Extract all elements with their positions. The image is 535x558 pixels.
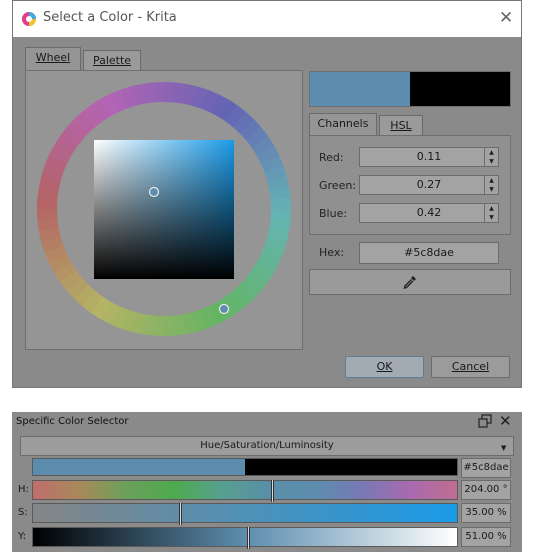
- red-value: 0.11: [416, 150, 442, 163]
- luminosity-label: Y:: [18, 531, 27, 542]
- spin-arrows-icon[interactable]: ▲ ▼: [484, 204, 498, 222]
- hex-label: Hex:: [319, 246, 345, 259]
- eyedropper-button[interactable]: [309, 269, 511, 295]
- blue-spinbox[interactable]: 0.42 ▲ ▼: [359, 203, 499, 223]
- tab-palette-label: Palette: [92, 54, 132, 67]
- red-spinbox[interactable]: 0.11 ▲ ▼: [359, 147, 499, 167]
- saturation-value[interactable]: 35.00 %: [461, 503, 511, 523]
- current-color-swatch: [310, 72, 410, 106]
- hue-slider[interactable]: [32, 480, 458, 502]
- green-value: 0.27: [416, 178, 442, 191]
- sv-cursor[interactable]: [148, 186, 160, 198]
- hue-cursor[interactable]: [218, 303, 230, 315]
- ok-label: OK: [376, 360, 393, 373]
- luminosity-value[interactable]: 51.00 %: [461, 527, 511, 547]
- slider-handle[interactable]: [271, 480, 274, 502]
- luminosity-slider[interactable]: [32, 527, 458, 549]
- color-compare-bar: [32, 458, 458, 476]
- tab-hsl-label: HSL: [390, 119, 412, 132]
- tab-hsl[interactable]: HSL: [379, 115, 423, 136]
- cancel-button[interactable]: Cancel: [431, 356, 510, 378]
- spin-arrows-icon[interactable]: ▲ ▼: [484, 148, 498, 166]
- saturation-slider[interactable]: [32, 503, 458, 525]
- channels-panel: Red: 0.11 ▲ ▼ Green: 0.27 ▲ ▼ Blue: 0.42 ▲…: [309, 135, 511, 235]
- tab-channels-label: Channels: [317, 117, 369, 130]
- krita-logo-icon: [22, 12, 36, 26]
- hex-input[interactable]: #5c8dae: [461, 458, 511, 478]
- chevron-down-icon: ▼: [501, 444, 507, 452]
- hex-input[interactable]: #5c8dae: [359, 242, 499, 264]
- spin-arrows-icon[interactable]: ▲ ▼: [484, 176, 498, 194]
- red-label: Red:: [319, 151, 344, 164]
- specific-color-selector-docker: Specific Color Selector ✕ Hue/Saturation…: [12, 412, 522, 552]
- title-bar: Select a Color - Krita ✕: [13, 1, 521, 37]
- docker-title: Specific Color Selector: [16, 416, 129, 427]
- hue-label: H:: [18, 484, 29, 495]
- previous-color-swatch[interactable]: [245, 459, 457, 475]
- slider-handle[interactable]: [179, 503, 182, 525]
- color-wheel-canvas[interactable]: [26, 71, 302, 349]
- float-icon[interactable]: [478, 414, 492, 428]
- color-wheel-panel: [25, 70, 303, 350]
- cancel-label: Cancel: [451, 360, 490, 373]
- previous-color-swatch[interactable]: [410, 72, 510, 106]
- green-spinbox[interactable]: 0.27 ▲ ▼: [359, 175, 499, 195]
- saturation-label: S:: [18, 507, 28, 518]
- mode-value: Hue/Saturation/Luminosity: [200, 440, 334, 451]
- blue-value: 0.42: [416, 206, 442, 219]
- green-label: Green:: [319, 179, 357, 192]
- mode-dropdown[interactable]: Hue/Saturation/Luminosity ▼: [20, 436, 514, 456]
- tab-palette[interactable]: Palette: [83, 50, 141, 71]
- close-icon[interactable]: ✕: [499, 412, 512, 430]
- tab-wheel-label: Wheel: [35, 51, 71, 64]
- blue-label: Blue:: [319, 207, 348, 220]
- color-preview: [309, 71, 511, 107]
- tab-wheel[interactable]: Wheel: [25, 47, 81, 71]
- color-dialog: Select a Color - Krita ✕ Wheel Palette C…: [12, 0, 522, 388]
- saturation-value-square[interactable]: [94, 140, 234, 279]
- dialog-title: Select a Color - Krita: [43, 10, 177, 25]
- hue-value[interactable]: 204.00 °: [461, 480, 511, 500]
- slider-handle[interactable]: [247, 527, 250, 549]
- close-icon[interactable]: ✕: [499, 8, 513, 28]
- current-color-swatch: [33, 459, 245, 475]
- ok-button[interactable]: OK: [345, 356, 424, 378]
- tab-channels[interactable]: Channels: [309, 113, 377, 136]
- eyedropper-icon: [403, 276, 416, 289]
